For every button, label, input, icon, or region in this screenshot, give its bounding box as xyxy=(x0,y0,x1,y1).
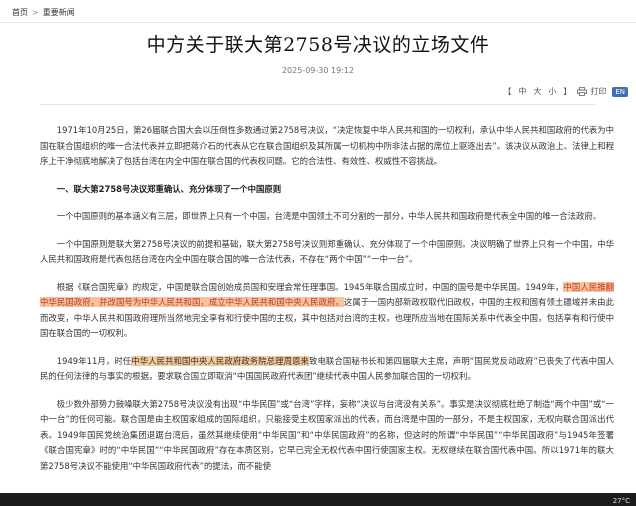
paragraph-5: 1949年11月，时任中华人民共和国中央人民政府政务院总理周恩来致电联合国秘书长… xyxy=(40,354,614,385)
paragraph-6: 极少数外部势力鼓噪联大第2758号决议没有出现“中华民国”或“台湾”字样，妄称“… xyxy=(40,398,614,471)
taskbar: 27°C xyxy=(0,493,636,506)
font-size-large-button[interactable]: 中 xyxy=(518,86,526,97)
font-size-small-button[interactable]: 小 xyxy=(548,86,556,97)
print-button[interactable]: 打印 xyxy=(577,86,606,97)
breadcrumb-home-link[interactable]: 首页 xyxy=(12,7,28,18)
font-bracket-close: 】 xyxy=(563,87,572,96)
breadcrumb-separator: > xyxy=(32,8,39,17)
paragraph-1: 1971年10月25日，第26届联合国大会以压倒性多数通过第2758号决议，“决… xyxy=(40,125,614,166)
breadcrumb-section-link[interactable]: 重要新闻 xyxy=(43,7,75,18)
weather-temperature[interactable]: 27°C xyxy=(613,497,630,505)
paragraph-4-text-a: 根据《联合国宪章》的规定，中国是联合国创始成员国和安理会常任理事国。1945年联… xyxy=(56,281,564,292)
paragraph-5-text-a: 1949年11月，时任 xyxy=(56,355,132,366)
paragraph-3: 一个中国原则是联大第2758号决议的前提和基础，联大第2758号决议则郑重确认、… xyxy=(40,238,614,265)
english-version-button[interactable]: EN xyxy=(612,86,628,97)
breadcrumb: 首页 > 重要新闻 xyxy=(12,7,75,18)
article-toolbar: 【 中 大 小 】 打印 EN xyxy=(503,86,628,97)
printer-icon xyxy=(577,87,588,96)
publish-date: 2025-09-30 19:12 xyxy=(281,66,355,75)
article-body: 1971年10月25日，第26届联合国大会以压倒性多数通过第2758号决议，“决… xyxy=(40,123,615,486)
paragraph-4: 根据《联合国宪章》的规定，中国是联合国创始成员国和安理会常任理事国。1945年联… xyxy=(40,280,615,342)
header-divider xyxy=(40,104,596,105)
paragraph-5-highlight: 中华人民共和国中央人民政府政务院总理周恩来 xyxy=(131,355,309,366)
paragraph-2: 一个中国原则的基本涵义有三层，即世界上只有一个中国，台湾是中国领土不可分割的一部… xyxy=(56,211,602,221)
font-size-selector: 【 中 大 小 】 xyxy=(503,86,571,97)
section-heading-1: 一、联大第2758号决议郑重确认、充分体现了一个中国原则 xyxy=(56,183,282,194)
print-label: 打印 xyxy=(590,87,607,96)
page-title: 中方关于联大第2758号决议的立场文件 xyxy=(146,34,490,56)
top-divider xyxy=(0,22,636,23)
font-size-medium-button[interactable]: 大 xyxy=(533,86,541,97)
font-bracket-open: 【 xyxy=(503,87,512,96)
